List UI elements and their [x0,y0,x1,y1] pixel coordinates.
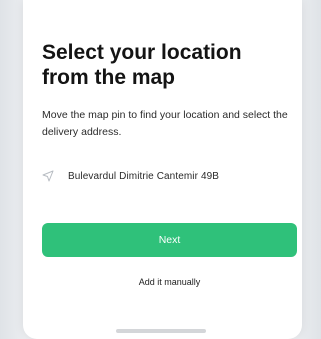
add-manually-link[interactable]: Add it manually [42,277,297,291]
selected-address-row[interactable]: Bulevardul Dimitrie Cantemir 49B [42,166,296,186]
instruction-text: Move the map pin to find your location a… [42,109,288,138]
next-button[interactable]: Next [42,223,297,257]
home-indicator [116,329,206,333]
location-arrow-icon [42,169,56,183]
page-title: Select your location from the map [42,41,242,89]
address-value: Bulevardul Dimitrie Cantemir 49B [68,170,220,182]
